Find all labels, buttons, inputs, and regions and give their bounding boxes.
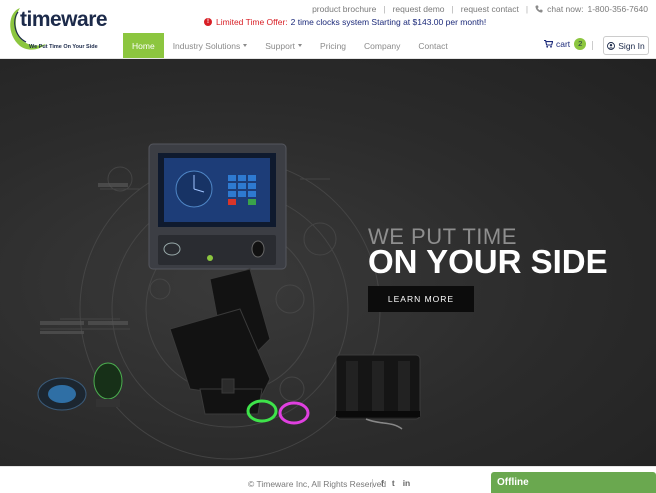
logo-wordmark: timeware <box>20 8 108 31</box>
nav-industry-solutions[interactable]: Industry Solutions <box>164 33 257 58</box>
alert-icon: ! <box>204 18 212 26</box>
offer-text: 2 time clocks system Starting at $143.00… <box>290 17 487 27</box>
sign-in-button[interactable]: Sign In <box>603 36 649 55</box>
timeware-logo[interactable]: timeware We Put Time On Your Side <box>6 4 108 54</box>
nav-contact-label: Contact <box>418 40 448 51</box>
time-clock-device <box>148 143 287 270</box>
nav-company[interactable]: Company <box>355 33 409 58</box>
carrying-case-product <box>335 354 421 420</box>
linkedin-icon[interactable]: in <box>403 478 411 488</box>
user-icon <box>607 41 616 50</box>
divider <box>592 41 593 50</box>
cart-icon <box>544 40 553 48</box>
divider: | <box>451 4 454 14</box>
nav-company-label: Company <box>364 40 401 51</box>
chevron-down-icon <box>243 44 248 47</box>
phone-icon <box>535 5 543 13</box>
sign-in-label: Sign In <box>618 40 645 51</box>
utility-links: product brochure | request demo | reques… <box>312 4 648 14</box>
twitter-icon[interactable]: t <box>392 478 395 488</box>
chat-now-link[interactable]: chat now: 1-800-356-7640 <box>535 4 648 14</box>
nav-pricing-label: Pricing <box>320 40 347 51</box>
logo-tagline: We Put Time On Your Side <box>29 44 98 50</box>
robotic-arm-product <box>169 268 271 415</box>
nav-contact[interactable]: Contact <box>409 33 456 58</box>
chat-now-label: chat now: <box>547 4 584 14</box>
nav-home-label: Home <box>132 40 155 51</box>
nav-support-label: Support <box>265 40 296 51</box>
divider: | <box>525 4 529 14</box>
product-brochure-link[interactable]: product brochure <box>312 4 376 14</box>
request-contact-link[interactable]: request contact <box>461 4 519 14</box>
cart-button[interactable]: cart 2 <box>544 38 587 50</box>
offer-label: Limited Time Offer: <box>216 17 288 27</box>
hero-headline-line2: ON YOUR SIDE <box>368 243 608 280</box>
chat-widget-offline[interactable]: Offline <box>491 472 656 493</box>
cart-label: cart <box>556 39 571 49</box>
request-demo-link[interactable]: request demo <box>393 4 445 14</box>
cart-count-badge: 2 <box>574 38 587 50</box>
copyright-text: © Timeware Inc, All Rights Reserved <box>248 479 387 489</box>
nav-home[interactable]: Home <box>123 33 164 58</box>
learn-more-button[interactable]: LEARN MORE <box>368 286 474 312</box>
divider <box>372 478 373 488</box>
limited-offer-banner[interactable]: ! Limited Time Offer: 2 time clocks syst… <box>204 17 486 27</box>
chevron-down-icon <box>298 44 303 47</box>
nav-support[interactable]: Support <box>256 33 311 58</box>
facebook-icon[interactable]: f <box>381 478 384 488</box>
social-links: f t in <box>372 478 418 488</box>
hero-banner: WE PUT TIME ON YOUR SIDE LEARN MORE <box>0 59 656 466</box>
nav-pricing[interactable]: Pricing <box>311 33 355 58</box>
site-header: timeware We Put Time On Your Side produc… <box>0 0 656 59</box>
phone-number[interactable]: 1-800-356-7640 <box>588 4 649 14</box>
divider: | <box>383 4 386 14</box>
main-nav: Home Industry Solutions Support Pricing … <box>123 33 457 58</box>
nav-industry-solutions-label: Industry Solutions <box>172 40 241 51</box>
